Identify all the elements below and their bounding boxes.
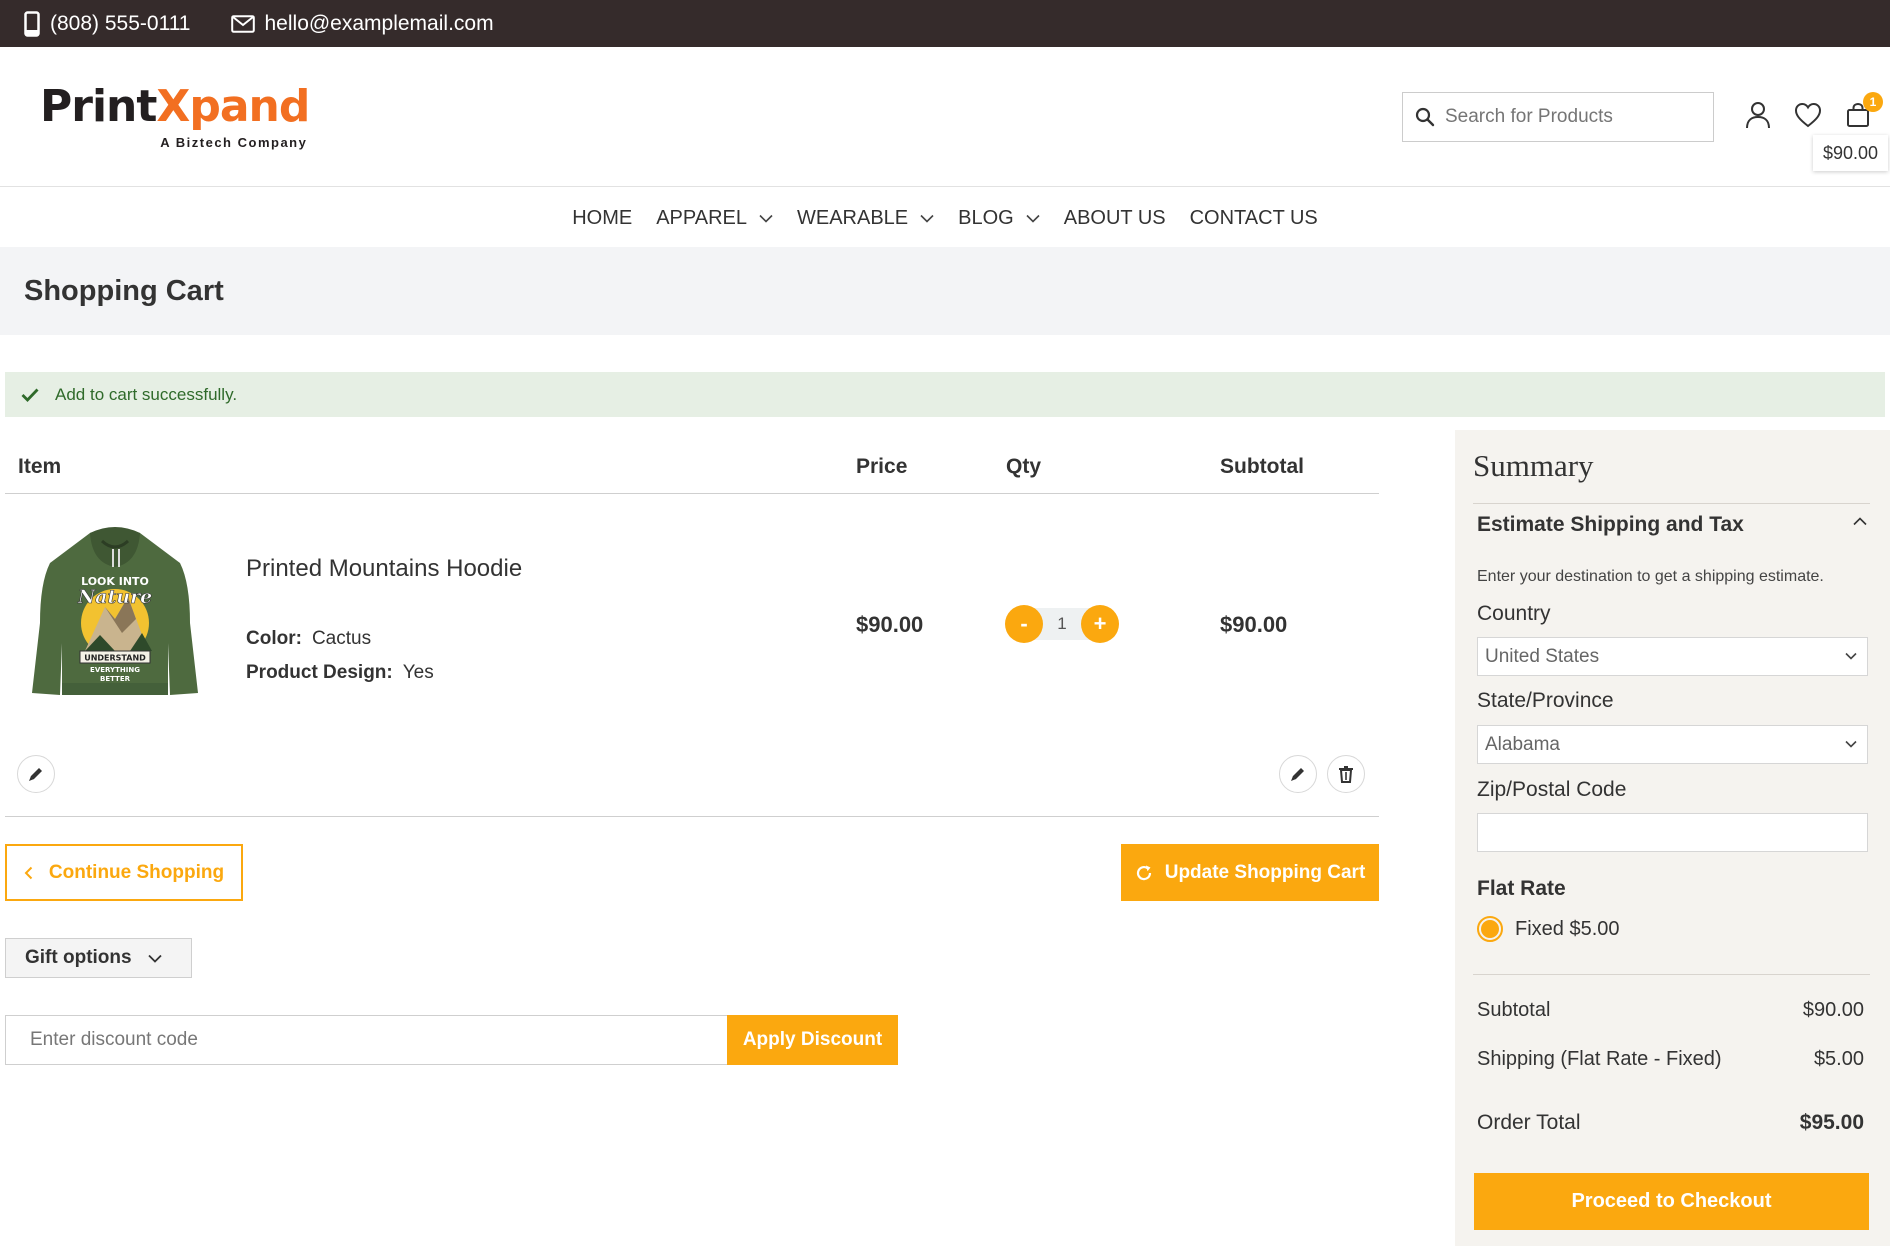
wishlist-button[interactable]	[1790, 97, 1826, 133]
discount-code-input[interactable]	[30, 1029, 680, 1051]
hoodie-print-bottom-text-1: EVERYTHING	[90, 666, 140, 674]
nav-home[interactable]: HOME	[572, 207, 632, 230]
country-label: Country	[1477, 602, 1551, 625]
nav-blog[interactable]: BLOG	[958, 207, 1040, 230]
chevron-down-icon	[747, 214, 773, 223]
continue-shopping-button[interactable]: Continue Shopping	[5, 844, 243, 901]
state-label: State/Province	[1477, 689, 1614, 712]
success-message: Add to cart successfully.	[5, 372, 1885, 417]
pencil-icon	[27, 765, 45, 783]
product-option-design: Product Design: Yes	[246, 662, 434, 683]
email-contact[interactable]: hello@examplemail.com	[230, 11, 494, 36]
column-header-item: Item	[18, 455, 62, 478]
main-navigation: HOME APPAREL WEARABLE BLOG ABOUT US CONT…	[0, 190, 1890, 246]
qty-input[interactable]: 1	[1043, 605, 1081, 643]
summary-title: Summary	[1473, 448, 1594, 483]
hoodie-print-banner-text: UNDERSTAND	[84, 654, 146, 663]
shipping-method-option[interactable]: Fixed $5.00	[1477, 916, 1620, 942]
checkmark-icon	[21, 388, 55, 402]
nav-apparel[interactable]: APPAREL	[656, 207, 773, 230]
estimate-shipping-toggle[interactable]: Estimate Shipping and Tax	[1477, 513, 1867, 537]
chevron-down-icon	[132, 954, 162, 963]
logo[interactable]: PrintXpand A Biztech Company	[40, 81, 310, 151]
minicart-total: $90.00	[1813, 135, 1889, 171]
edit-item-button-left[interactable]	[17, 755, 55, 793]
qty-increase-button[interactable]: +	[1081, 605, 1119, 643]
quantity-stepper: - 1 +	[1005, 605, 1119, 643]
column-header-qty: Qty	[1006, 455, 1042, 478]
summary-shipping-row: Shipping (Flat Rate - Fixed) $5.00	[1477, 1048, 1864, 1070]
chevron-down-icon	[908, 214, 934, 223]
success-message-text: Add to cart successfully.	[55, 384, 238, 404]
qty-decrease-button[interactable]: -	[1005, 605, 1043, 643]
column-header-subtotal: Subtotal	[1220, 455, 1304, 478]
flat-rate-title: Flat Rate	[1477, 877, 1566, 900]
column-header-price: Price	[856, 455, 908, 478]
top-contact-bar: (808) 555-0111 hello@examplemail.com	[0, 0, 1890, 47]
page-title: Shopping Cart	[24, 274, 224, 307]
order-summary-panel: Summary Estimate Shipping and Tax Enter …	[1455, 430, 1890, 1246]
logo-wordmark: PrintXpand	[40, 81, 310, 132]
phone-number: (808) 555-0111	[50, 11, 191, 35]
site-header: PrintXpand A Biztech Company 1 $90.00	[0, 47, 1890, 187]
heart-icon	[1794, 102, 1822, 128]
chevron-left-icon	[24, 866, 49, 880]
hoodie-print-script-text: Nature	[77, 586, 152, 608]
table-header-divider	[5, 493, 1379, 494]
nav-about-us[interactable]: ABOUT US	[1064, 207, 1166, 230]
remove-item-button[interactable]	[1327, 755, 1365, 793]
mail-icon	[230, 14, 265, 33]
email-address: hello@examplemail.com	[264, 11, 494, 35]
phone-contact[interactable]: (808) 555-0111	[24, 10, 191, 37]
flat-rate-radio[interactable]	[1477, 916, 1503, 942]
table-footer-divider	[5, 816, 1379, 817]
zip-label: Zip/Postal Code	[1477, 778, 1627, 801]
account-button[interactable]	[1740, 97, 1776, 133]
nav-wearable[interactable]: WEARABLE	[797, 207, 934, 230]
search-box[interactable]	[1402, 92, 1714, 142]
proceed-to-checkout-button[interactable]: Proceed to Checkout	[1474, 1173, 1869, 1230]
page-title-band: Shopping Cart	[0, 247, 1890, 335]
search-icon[interactable]	[1415, 107, 1435, 127]
product-name[interactable]: Printed Mountains Hoodie	[246, 555, 522, 583]
hoodie-print-bottom-text-2: BETTER	[100, 675, 131, 683]
chevron-down-icon	[1014, 214, 1040, 223]
product-option-color: Color: Cactus	[246, 628, 372, 649]
country-select[interactable]: United States	[1477, 637, 1868, 676]
summary-order-total-row: Order Total $95.00	[1477, 1111, 1864, 1134]
discount-code-field[interactable]	[5, 1015, 728, 1065]
trash-icon	[1338, 765, 1354, 783]
nav-contact-us[interactable]: CONTACT US	[1190, 207, 1318, 230]
pencil-icon	[1289, 765, 1307, 783]
product-image[interactable]: LOOK INTO Nature UNDERSTAND EVERYTHING B…	[30, 523, 200, 703]
apply-discount-button[interactable]: Apply Discount	[727, 1015, 898, 1065]
gift-options-toggle[interactable]: Gift options	[5, 938, 192, 978]
state-select[interactable]: Alabama	[1477, 725, 1868, 764]
logo-tagline: A Biztech Company	[160, 135, 308, 150]
edit-item-button[interactable]	[1279, 755, 1317, 793]
cart-count-badge: 1	[1863, 92, 1883, 112]
zip-input[interactable]	[1477, 813, 1868, 852]
minicart-button[interactable]: 1	[1840, 92, 1883, 133]
update-shopping-cart-button[interactable]: Update Shopping Cart	[1121, 844, 1379, 901]
search-input[interactable]	[1445, 106, 1685, 128]
summary-subtotal-row: Subtotal $90.00	[1477, 999, 1864, 1021]
item-subtotal: $90.00	[1220, 612, 1288, 637]
item-price: $90.00	[856, 612, 924, 637]
phone-icon	[24, 10, 50, 37]
refresh-icon	[1135, 864, 1165, 882]
shipping-estimate-hint: Enter your destination to get a shipping…	[1477, 568, 1824, 585]
user-icon	[1745, 101, 1771, 129]
